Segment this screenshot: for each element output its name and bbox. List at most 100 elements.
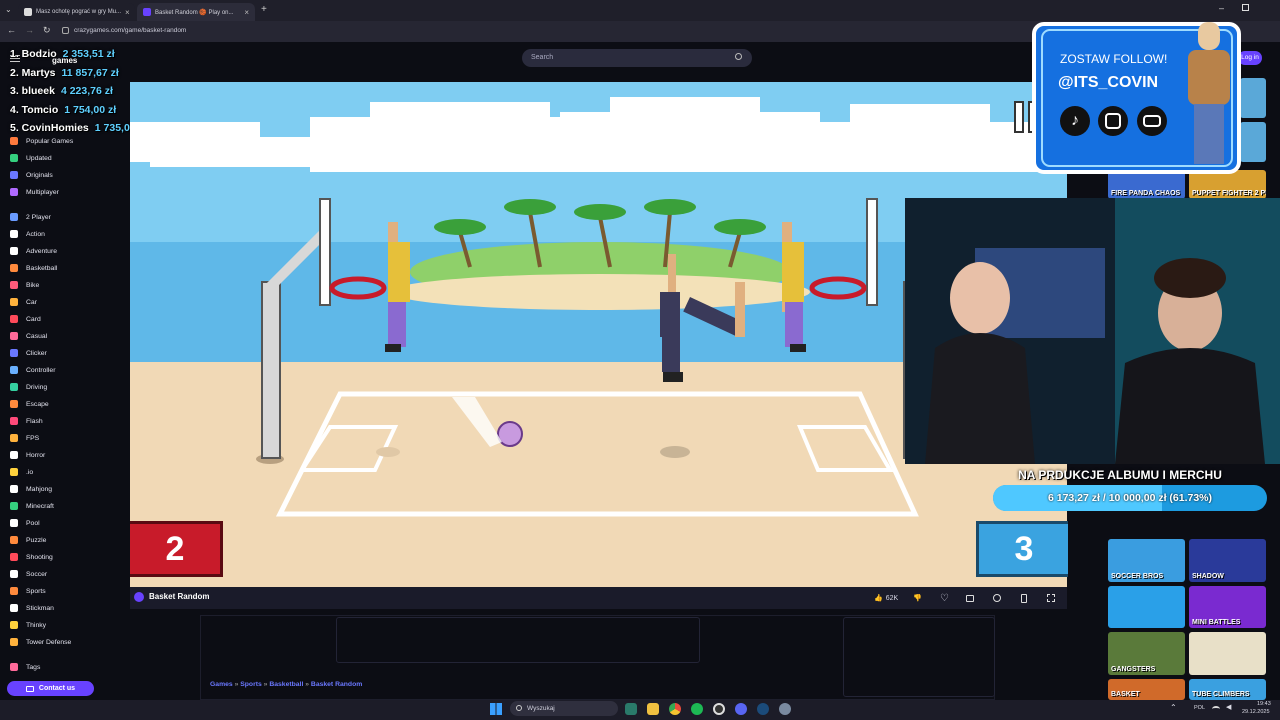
sidebar-item-stickman[interactable]: Stickman [10,601,54,615]
sidebar-item-clicker[interactable]: Clicker [10,346,47,360]
game-thumbnail[interactable]: MINI BATTLES [1189,586,1266,628]
search-input[interactable]: Search [522,49,752,67]
pause-button[interactable] [1014,101,1024,133]
game-thumbnail[interactable]: SOCCER BROS [1108,539,1185,582]
sidebar-item-puzzle[interactable]: Puzzle [10,533,46,547]
windows-start-icon[interactable] [490,703,502,715]
sidebar-item-horror[interactable]: Horror [10,448,45,462]
like-button[interactable]: 👍 62K [874,591,898,605]
sidebar-item-bike[interactable]: Bike [10,278,39,292]
sidebar-item-fps[interactable]: FPS [10,431,39,445]
fullscreen-icon [1047,594,1055,602]
sidebar-item-controller[interactable]: Controller [10,363,55,377]
close-tab-icon[interactable]: × [244,8,249,17]
feedback-button[interactable] [966,591,974,605]
dislike-button[interactable]: 👎 [913,591,922,605]
obs-icon[interactable] [713,703,725,715]
favorite-button[interactable]: ♡ [940,591,949,605]
sidebar-item-flash[interactable]: Flash [10,414,43,428]
game-title: Basket Random [149,592,210,601]
sidebar-item-mahjong[interactable]: Mahjong [10,482,52,496]
sidebar-item-pool[interactable]: Pool [10,516,40,530]
thumbnail-label: GANGSTERS [1111,666,1156,673]
tab-active[interactable]: Basket Random 🏀 Play on... × [137,3,255,21]
new-tab-icon[interactable]: + [261,4,267,15]
sidebar-item-label: Car [26,298,37,306]
maximize-icon[interactable] [1242,4,1249,11]
sidebar-item-io[interactable]: .io [10,465,33,479]
volume-icon[interactable]: ◀ [1226,703,1231,711]
task-view-icon[interactable] [625,703,637,715]
breadcrumb-sports[interactable]: Sports [240,681,262,688]
game-thumbnail[interactable] [1189,632,1266,675]
file-explorer-icon[interactable] [647,703,659,715]
steering-icon [10,383,18,391]
sidebar-item-minecraft[interactable]: Minecraft [10,499,54,513]
sidebar-item-driving[interactable]: Driving [10,380,47,394]
chrome-icon[interactable] [669,703,681,715]
sidebar-item-basketball[interactable]: Basketball [10,261,57,275]
sidebar-item-adventure[interactable]: Adventure [10,244,57,258]
sidebar-item-originals[interactable]: Originals [10,168,53,182]
follow-overlay: ZOSTAW FOLLOW! @ITS_COVIN ♪ [1030,18,1262,180]
sidebar-item-card[interactable]: Card [10,312,41,326]
game-thumbnail[interactable] [1108,586,1185,628]
sidebar-item-2-player[interactable]: 2 Player [10,210,51,224]
wifi-icon[interactable] [1212,706,1220,712]
back-icon[interactable]: ← [7,25,16,35]
game-thumbnail[interactable]: BASKET [1108,679,1185,700]
sidebar-item-label: Adventure [26,247,57,255]
leaderboard-entry: 1. Bodzio 2 353,51 zł [10,48,115,64]
clock-date[interactable]: 29.12.2025 [1242,709,1270,715]
leaderboard-entry: 2. Martys 11 857,67 zł [10,67,119,83]
sidebar-item-tags[interactable]: Tags [10,660,40,674]
heart-icon: ♡ [940,592,949,604]
leaderboard-entry: 3. blueek 4 223,76 zł [10,85,113,101]
game-thumbnail[interactable]: GANGSTERS [1108,632,1185,675]
breadcrumb-basketball[interactable]: Basketball [269,681,303,688]
sidebar-item-sports[interactable]: Sports [10,584,46,598]
mobile-button[interactable] [1021,591,1027,605]
close-tab-icon[interactable]: × [125,8,130,17]
tray-chevron-icon[interactable]: ⌃ [1170,703,1177,712]
puzzle-icon [10,536,18,544]
language-indicator[interactable]: POL [1194,705,1205,711]
sidebar-item-action[interactable]: Action [10,227,45,241]
url-field[interactable]: crazygames.com/game/basket-random [74,24,974,38]
contact-label: Contact us [38,685,76,692]
breadcrumb-games[interactable]: Games [210,681,233,688]
contact-us-button[interactable]: Contact us [7,681,94,696]
tab-list-dropdown-icon[interactable]: ⌄ [5,5,12,14]
sidebar-item-label: Mahjong [26,485,53,493]
sidebar-item-casual[interactable]: Casual [10,329,47,343]
settings-icon[interactable] [779,703,791,715]
clock-time[interactable]: 19:43 [1257,701,1271,707]
gun-icon [10,434,18,442]
sidebar-item-escape[interactable]: Escape [10,397,49,411]
share-button[interactable] [993,591,1001,605]
sidebar-item-tower-defense[interactable]: Tower Defense [10,635,71,649]
taskbar-search[interactable]: Wyszukaj [510,701,618,716]
site-info-icon[interactable] [62,27,69,34]
discord-icon[interactable] [735,703,747,715]
search-icon[interactable] [735,53,742,60]
leaderboard-amount: 4 223,76 zł [60,85,113,97]
sidebar-item-soccer[interactable]: Soccer [10,567,47,581]
tower-icon [10,638,18,646]
sidebar-item-updated[interactable]: Updated [10,151,52,165]
tab-inactive[interactable]: Masz ochotę pograć w gry Mu... × [18,3,135,21]
steam-icon[interactable] [757,703,769,715]
spotify-icon[interactable] [691,703,703,715]
sidebar-item-shooting[interactable]: Shooting [10,550,53,564]
fullscreen-button[interactable] [1047,591,1055,605]
game-thumbnail[interactable]: SHADOW [1189,539,1266,582]
thumbnail-label: SOCCER BROS [1111,573,1164,580]
game-thumbnail[interactable]: TUBE CLIMBERS [1189,679,1266,700]
sidebar-item-car[interactable]: Car [10,295,37,309]
sidebar-item-label: Card [26,315,41,323]
minimize-icon[interactable]: – [1219,3,1224,13]
sidebar-item-thinky[interactable]: Thinky [10,618,46,632]
reload-icon[interactable]: ↻ [43,25,51,36]
sidebar-item-multiplayer[interactable]: Multiplayer [10,185,59,199]
forward-icon[interactable]: → [25,25,34,35]
